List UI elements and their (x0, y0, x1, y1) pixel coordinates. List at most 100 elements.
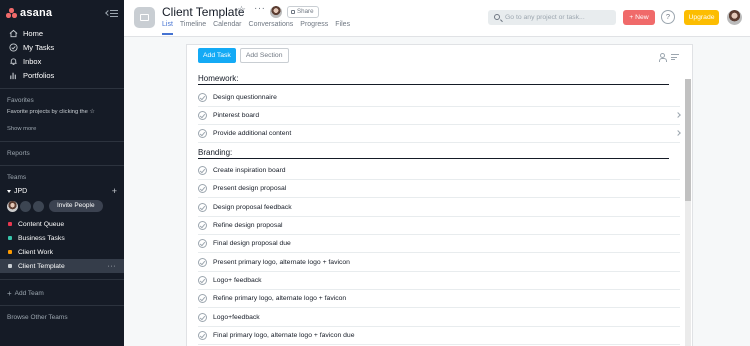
task-row[interactable]: Logo+feedback (198, 309, 680, 327)
check-icon[interactable] (198, 129, 207, 138)
task-row[interactable]: Provide additional content (198, 125, 681, 143)
person-icon[interactable] (658, 53, 667, 62)
collapse-sidebar-icon[interactable] (105, 9, 118, 18)
section-header-branding[interactable]: Branding: (198, 147, 669, 159)
check-icon[interactable] (198, 276, 207, 285)
task-row[interactable]: Design questionnaire (198, 89, 680, 107)
tab-calendar[interactable]: Calendar (213, 21, 241, 35)
nav-inbox-label: Inbox (23, 56, 42, 66)
task-row[interactable]: Present primary logo, alternate logo + f… (198, 254, 680, 272)
help-icon[interactable]: ? (661, 10, 675, 24)
tab-timeline[interactable]: Timeline (180, 21, 206, 35)
task-row[interactable]: Logo+ feedback (198, 272, 680, 290)
page-title[interactable]: Client Template (162, 5, 245, 19)
new-button[interactable]: + New (623, 10, 655, 25)
favorites-title[interactable]: Favorites (0, 95, 124, 106)
chevron-right-icon[interactable] (675, 112, 681, 118)
task-row[interactable]: Refine primary logo, alternate logo + fa… (198, 290, 680, 308)
favorites-hint: Favorite projects by clicking the ☆ (7, 109, 95, 115)
member-avatar[interactable] (7, 200, 18, 212)
nav-home[interactable]: Home (0, 26, 124, 40)
check-icon[interactable] (198, 203, 207, 212)
check-icon[interactable] (198, 313, 207, 322)
task-row[interactable]: Create inspiration board (198, 162, 680, 180)
caret-down-icon[interactable] (7, 189, 11, 193)
add-project-plus-icon[interactable]: + (112, 186, 117, 196)
task-name: Final design proposal due (213, 240, 291, 247)
tab-conversations[interactable]: Conversations (249, 21, 294, 35)
reports-link[interactable]: Reports (0, 148, 124, 159)
project-client-work[interactable]: Client Work (0, 245, 124, 259)
empty-avatar[interactable] (33, 200, 44, 212)
task-name: Logo+feedback (213, 314, 260, 321)
sort-icon[interactable] (671, 53, 679, 60)
task-name: Present primary logo, alternate logo + f… (213, 259, 350, 266)
logo-text[interactable]: asana (20, 7, 52, 19)
check-icon[interactable] (198, 239, 207, 248)
bar-chart-icon (9, 71, 18, 80)
task-row[interactable]: Final design proposal due (198, 235, 680, 253)
check-icon[interactable] (198, 93, 207, 102)
tab-files[interactable]: Files (335, 21, 350, 35)
share-button[interactable]: Share (287, 6, 319, 18)
empty-avatar[interactable] (20, 200, 31, 212)
project-content-queue[interactable]: Content Queue (0, 217, 124, 231)
task-row[interactable]: Design proposal feedback (198, 199, 680, 217)
check-icon[interactable] (198, 258, 207, 267)
more-options-icon[interactable]: ··· (108, 263, 117, 270)
scrollbar-thumb[interactable] (685, 79, 691, 201)
avatar[interactable] (270, 6, 282, 18)
home-icon (9, 29, 18, 38)
task-row[interactable]: Refine design proposal (198, 217, 680, 235)
check-icon[interactable] (198, 184, 207, 193)
task-row[interactable]: Final primary logo, alternate logo + fav… (198, 327, 680, 345)
star-icon[interactable]: ☆ (237, 5, 246, 16)
task-row[interactable]: Present design proposal (198, 180, 680, 198)
search-icon (494, 14, 500, 20)
project-business-tasks[interactable]: Business Tasks (0, 231, 124, 245)
sidebar-divider (0, 279, 124, 280)
add-section-button[interactable]: Add Section (239, 48, 289, 63)
nav-my-tasks[interactable]: My Tasks (0, 40, 124, 54)
add-task-button[interactable]: Add Task (198, 48, 236, 63)
tab-progress[interactable]: Progress (300, 21, 328, 35)
check-icon[interactable] (198, 331, 207, 340)
project-label: Business Tasks (18, 234, 65, 242)
user-avatar[interactable] (727, 10, 742, 25)
sidebar-divider (0, 165, 124, 166)
nav-portfolios[interactable]: Portfolios (0, 68, 124, 82)
add-team-link[interactable]: + Add Team (0, 286, 124, 300)
check-icon[interactable] (198, 294, 207, 303)
tab-list[interactable]: List (162, 21, 173, 35)
check-icon[interactable] (198, 221, 207, 230)
project-color-dot (8, 264, 12, 268)
project-icon[interactable] (134, 7, 155, 28)
more-actions-icon[interactable]: ··· (254, 3, 266, 14)
project-client-template[interactable]: Client Template ··· (0, 259, 124, 273)
project-label: Client Template (18, 262, 65, 270)
add-team-label: Add Team (14, 289, 44, 297)
asana-logo-icon[interactable] (6, 8, 17, 18)
team-name: JPD (14, 187, 28, 195)
task-name: Create inspiration board (213, 167, 286, 174)
browse-other-teams[interactable]: Browse Other Teams (0, 312, 124, 323)
upgrade-button[interactable]: Upgrade (684, 10, 719, 25)
scrollbar[interactable] (685, 79, 691, 346)
check-icon[interactable] (198, 111, 207, 120)
task-name: Design proposal feedback (213, 204, 292, 211)
nav-inbox[interactable]: Inbox (0, 54, 124, 68)
task-row[interactable]: Pinterest board (198, 107, 681, 125)
task-name: Final primary logo, alternate logo + fav… (213, 332, 355, 339)
invite-people-button[interactable]: Invite People (49, 200, 103, 212)
bell-icon (9, 57, 18, 66)
project-label: Content Queue (18, 220, 65, 228)
nav-home-label: Home (23, 28, 44, 38)
check-icon[interactable] (198, 166, 207, 175)
task-name: Refine design proposal (213, 222, 283, 229)
chevron-right-icon[interactable] (675, 130, 681, 136)
show-more-link[interactable]: Show more (0, 123, 124, 135)
section-header-homework[interactable]: Homework: (198, 73, 669, 85)
team-jpd[interactable]: JPD + (0, 184, 124, 198)
search-input[interactable]: Go to any project or task... (488, 10, 616, 25)
task-name: Design questionnaire (213, 94, 277, 101)
